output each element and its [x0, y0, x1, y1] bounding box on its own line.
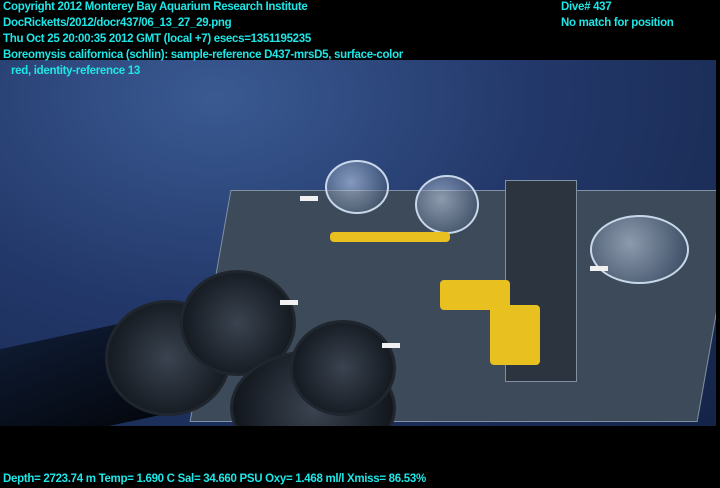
thruster	[290, 320, 396, 416]
sampler-dome	[590, 215, 689, 284]
sampler-dome	[415, 175, 479, 234]
sample-tag	[280, 300, 298, 305]
telemetry-readout: Depth= 2723.74 m Temp= 1.690 C Sal= 34.6…	[3, 473, 426, 485]
sample-tag	[300, 196, 318, 201]
sampler-dome	[325, 160, 389, 214]
sample-tag	[590, 266, 608, 271]
position-status: No match for position	[561, 17, 674, 29]
yellow-line	[330, 232, 450, 242]
annotation-line-2: red, identity-reference 13	[11, 65, 140, 77]
rov-camera-frame	[0, 60, 716, 426]
yellow-line	[490, 305, 540, 365]
sample-tag	[382, 343, 400, 348]
